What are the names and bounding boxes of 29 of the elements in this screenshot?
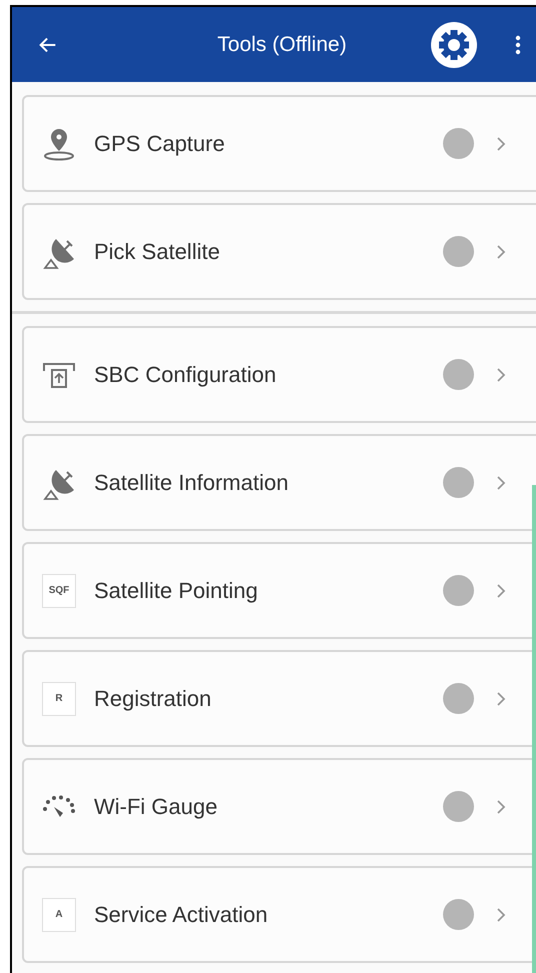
chevron-right-icon	[496, 906, 506, 922]
tool-label: SBC Configuration	[94, 361, 278, 389]
settings-icon[interactable]	[431, 22, 477, 68]
location-pin-icon	[42, 126, 76, 160]
screen-title: Tools (Offline)	[216, 32, 348, 58]
tool-label: GPS Capture	[94, 130, 226, 158]
tool-label: Service Activation	[94, 901, 269, 929]
chevron-right-icon	[496, 798, 506, 814]
chevron-right-icon	[496, 136, 506, 152]
more-options-icon[interactable]	[514, 35, 522, 55]
chevron-right-icon	[496, 244, 506, 260]
tool-label: Pick Satellite	[94, 238, 221, 266]
tool-card[interactable]: Pick Satellite	[22, 203, 536, 300]
upload-device-icon	[42, 360, 76, 388]
chevron-right-icon	[496, 690, 506, 706]
tool-label: Registration	[94, 685, 212, 713]
tool-label: Wi-Fi Gauge	[94, 793, 218, 821]
tool-card[interactable]: GPS Capture	[22, 95, 536, 192]
gauge-icon	[42, 794, 76, 818]
chevron-right-icon	[496, 474, 506, 490]
chevron-right-icon	[496, 366, 506, 382]
tool-label: Satellite Pointing	[94, 577, 259, 605]
chevron-right-icon	[496, 582, 506, 598]
letter-icon: SQF	[42, 574, 76, 608]
letter-icon: A	[42, 898, 76, 932]
tool-label: Satellite Information	[94, 469, 290, 497]
tool-card[interactable]: SBC Configuration	[22, 326, 536, 423]
letter-icon: R	[42, 682, 76, 716]
tool-card[interactable]: Satellite Information	[22, 434, 536, 531]
